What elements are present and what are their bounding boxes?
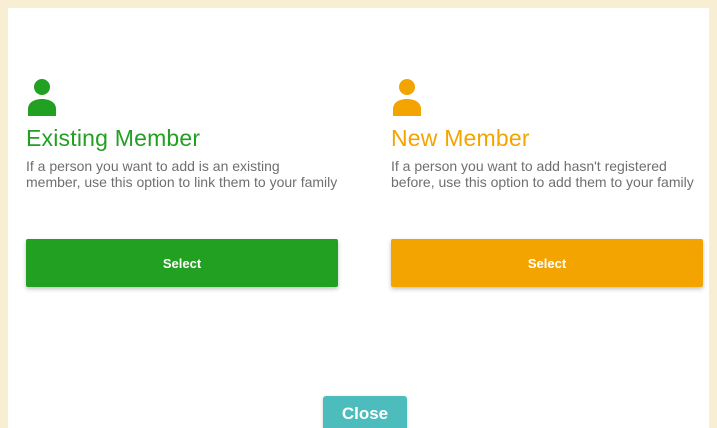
new-member-description: If a person you want to add hasn't regis… [391, 158, 694, 190]
close-button[interactable]: Close [323, 396, 407, 428]
person-icon-body [393, 99, 421, 116]
new-member-title: New Member [391, 125, 530, 151]
existing-member-option: Existing Member If a person you want to … [26, 78, 338, 287]
new-member-option: New Member If a person you want to add h… [391, 78, 703, 287]
new-member-select-button[interactable]: Select [391, 239, 703, 287]
person-icon-body [28, 99, 56, 116]
person-icon [28, 79, 56, 116]
person-icon [393, 79, 421, 116]
person-icon-head [34, 79, 50, 95]
existing-member-description: If a person you want to add is an existi… [26, 158, 338, 190]
existing-member-select-button[interactable]: Select [26, 239, 338, 287]
existing-member-title: Existing Member [26, 125, 201, 151]
add-family-member-dialog: Existing Member If a person you want to … [8, 8, 709, 428]
person-icon-head [399, 79, 415, 95]
